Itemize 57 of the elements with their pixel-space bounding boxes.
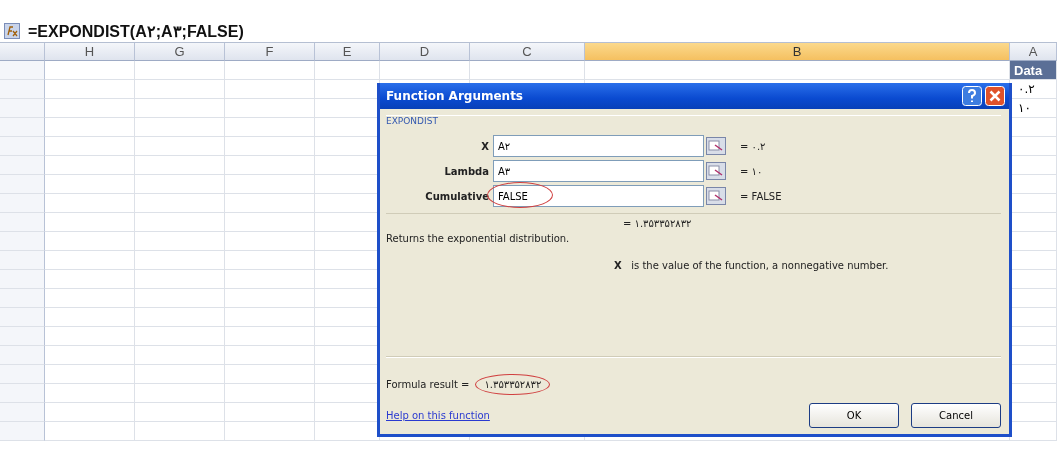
row-header[interactable] xyxy=(0,175,45,194)
row-header[interactable] xyxy=(0,422,45,441)
table-header: Data xyxy=(1010,61,1057,80)
row-header[interactable] xyxy=(0,384,45,403)
function-description: Returns the exponential distribution. xyxy=(386,233,571,244)
close-icon[interactable] xyxy=(985,86,1005,106)
argument-value: = ۱۰ xyxy=(740,165,763,177)
column-header[interactable]: F xyxy=(225,43,315,61)
row-header[interactable] xyxy=(0,365,45,384)
collapse-dialog-icon[interactable] xyxy=(706,187,726,205)
column-header[interactable]: A xyxy=(1010,43,1057,61)
table-cell: ۰.۲ xyxy=(1010,80,1057,99)
help-link[interactable]: Help on this function xyxy=(386,410,490,421)
argument-field[interactable]: A۲ xyxy=(493,135,704,157)
row-header[interactable] xyxy=(0,137,45,156)
row-header[interactable] xyxy=(0,213,45,232)
column-header[interactable]: D xyxy=(380,43,470,61)
argument-label: Cumulative xyxy=(424,190,490,202)
row-header[interactable] xyxy=(0,346,45,365)
row-header[interactable] xyxy=(0,232,45,251)
row-header[interactable] xyxy=(0,194,45,213)
row-header[interactable] xyxy=(0,327,45,346)
collapse-dialog-icon[interactable] xyxy=(706,137,726,155)
row-header[interactable] xyxy=(0,270,45,289)
dialog-button[interactable]: OK xyxy=(809,403,899,428)
argument-value: = ۰.۲ xyxy=(740,140,766,152)
argument-value: = FALSE xyxy=(740,190,782,202)
formula-text[interactable]: =EXPONDIST(A۲;A۳;FALSE) xyxy=(28,21,244,41)
table-cell: ۱۰ xyxy=(1010,99,1057,118)
column-header[interactable]: G xyxy=(135,43,225,61)
row-header[interactable] xyxy=(0,308,45,327)
argument-field[interactable]: A۳ xyxy=(493,160,704,182)
select-all-button[interactable] xyxy=(0,43,45,61)
column-header[interactable]: B xyxy=(585,43,1010,61)
function-icon[interactable] xyxy=(4,23,20,39)
column-header[interactable]: C xyxy=(470,43,585,61)
argument-label: X xyxy=(480,140,490,152)
column-header[interactable]: H xyxy=(45,43,135,61)
row-header[interactable] xyxy=(0,403,45,422)
window-title: Function Arguments xyxy=(386,89,523,103)
row-header[interactable] xyxy=(0,251,45,270)
collapse-dialog-icon[interactable] xyxy=(706,162,726,180)
argument-field[interactable]: FALSE xyxy=(493,185,704,207)
argument-label: Lambda xyxy=(443,165,490,177)
argument-description: X is the value of the function, a nonnegative number. xyxy=(614,260,890,271)
row-header[interactable] xyxy=(0,80,45,99)
formula-value: = ۱.۳۵۳۳۵۲۸۳۲ xyxy=(623,218,693,229)
help-icon[interactable] xyxy=(962,86,982,106)
row-header[interactable] xyxy=(0,99,45,118)
dialog-button[interactable]: Cancel xyxy=(911,403,1001,428)
row-header[interactable] xyxy=(0,61,45,80)
column-header[interactable]: E xyxy=(315,43,380,61)
row-header[interactable] xyxy=(0,118,45,137)
function-name: EXPONDIST xyxy=(386,116,439,126)
formula-result-label: Formula result = xyxy=(386,379,470,390)
row-header[interactable] xyxy=(0,156,45,175)
row-header[interactable] xyxy=(0,289,45,308)
